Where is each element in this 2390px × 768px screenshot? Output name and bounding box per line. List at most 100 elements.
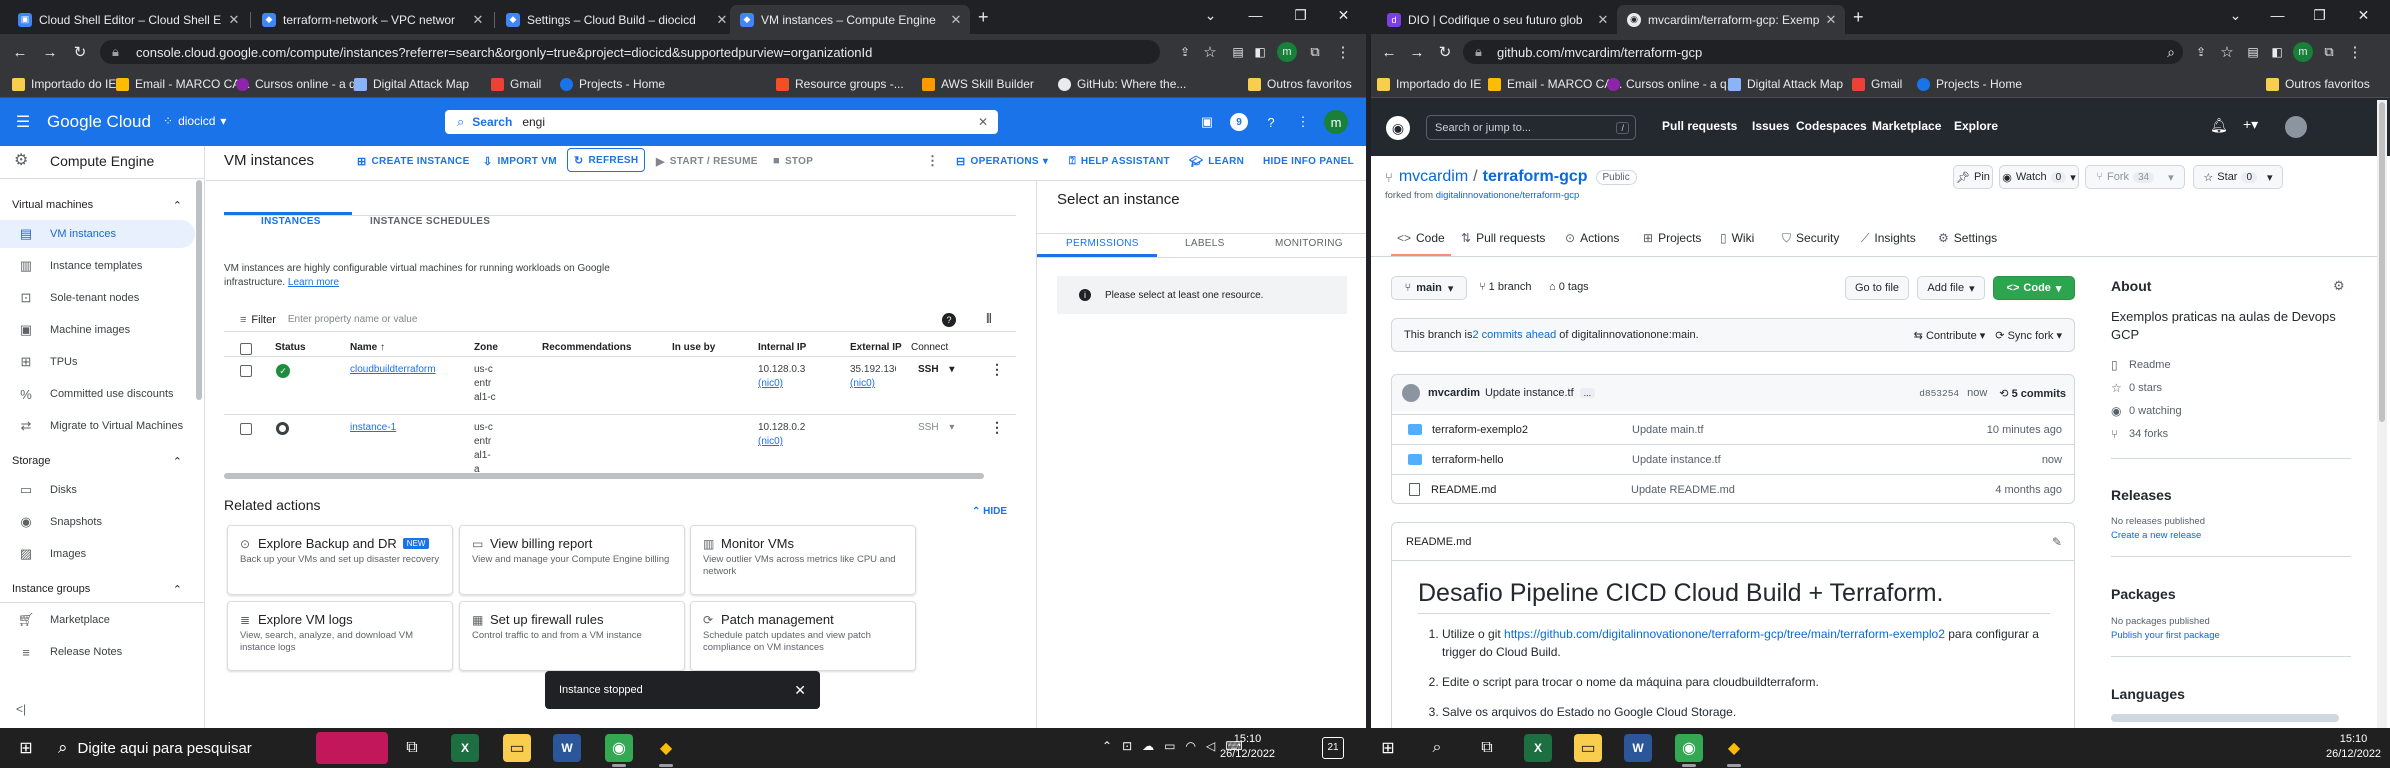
close-tab-icon[interactable]: ✕ [226,12,242,28]
browser-tab-cloud-build[interactable]: ◆ Settings – Cloud Build – diocicd ✕ [496,5,736,34]
repo-tab-pull-requests[interactable]: ⇅ Pull requests [1461,229,1545,247]
file-commit-message[interactable]: Update instance.tf [1632,454,1932,466]
bookmark-item[interactable]: Digital Attack Map [354,74,469,94]
nav-codespaces[interactable]: Codespaces [1796,119,1867,133]
publish-package-link[interactable]: Publish your first package [2111,630,2220,641]
excel-icon[interactable]: X [1524,734,1552,762]
operations-button[interactable]: ⊟ OPERATIONS ▾ [956,150,1048,172]
start-resume-button[interactable]: ▶ START / RESUME [656,150,758,172]
commit-message[interactable]: Update instance.tf [1485,387,1574,399]
expand-commit-button[interactable]: ... [1579,388,1596,398]
google-cloud-logo[interactable]: Google Cloud [47,112,151,132]
taskbar-clock[interactable]: 15:10 26/12/2022 [2326,732,2381,762]
stop-button[interactable]: ■ STOP [773,150,813,172]
bookmark-item[interactable]: GitHub: Where the... [1058,74,1186,94]
sidebar-item-marketplace[interactable]: 🛒︎ Marketplace [0,606,195,634]
nav-explore[interactable]: Explore [1954,119,1998,133]
commit-hash[interactable]: d853254 [1919,388,1959,399]
bookmark-item[interactable]: Email - MARCO CA... [1488,74,1622,94]
internal-nic-link[interactable]: (nic0) [758,435,783,449]
star-button[interactable]: ☆ Star 0 ▾ [2193,165,2283,189]
bookmark-item[interactable]: Outros favoritos [1248,74,1352,94]
browser-tab-github[interactable]: ◉ mvcardim/terraform-gcp: Exemp ✕ [1617,5,1845,34]
tab-permissions[interactable]: PERMISSIONS [1066,237,1139,251]
hide-related-button[interactable]: ⌃ HIDE [972,506,1007,517]
account-avatar[interactable]: m [1324,110,1348,134]
browser-tab-cloud-shell[interactable]: ▣ Cloud Shell Editor – Cloud Shell E ✕ [8,5,248,34]
file-explorer-icon[interactable]: ▭ [1574,734,1602,762]
close-tab-icon[interactable]: ✕ [714,12,730,28]
tab-instances[interactable]: INSTANCES [261,216,321,227]
bookmark-item[interactable]: Gmail [1852,74,1902,94]
tab-search-icon[interactable]: ⌄ [2213,0,2258,30]
bookmark-item[interactable]: Email - MARCO CA... [116,74,250,94]
chrome-profile-icon[interactable]: ◉ [605,734,633,762]
chrome-profile-icon[interactable]: ◉ [1675,734,1703,762]
back-icon[interactable]: ← [1379,42,1399,62]
scrollbar-thumb[interactable] [2379,102,2385,422]
bookmark-item[interactable]: Projects - Home [560,74,665,94]
external-nic-link[interactable]: (nic0) [850,377,875,391]
share-icon[interactable]: ⇪ [1175,42,1195,62]
learn-more-link[interactable]: Learn more [288,277,339,288]
owner-link[interactable]: mvcardim [1399,168,1468,186]
repo-link[interactable]: terraform-gcp [1483,168,1588,186]
bookmark-item[interactable]: Importado do IE [1377,74,1481,94]
code-button[interactable]: <> Code ▾ [1993,276,2075,300]
card-monitor-vms[interactable]: ▥ Monitor VMs View outlier VMs across met… [690,525,916,595]
forward-icon[interactable]: → [1407,42,1427,62]
windows-start-icon[interactable]: ⊞ [12,734,40,762]
collapse-sidebar-icon[interactable]: <| [16,702,26,716]
commits-link[interactable]: ⟲ 5 commits [1999,387,2066,400]
reading-list-icon[interactable]: ▤ [1228,42,1248,62]
repo-tab-security[interactable]: ⛉ Security [1782,229,1839,247]
app-diamond-icon[interactable]: ◆ [1720,734,1748,762]
upstream-link[interactable]: digitalinnovationone/terraform-gcp [1436,190,1580,201]
file-name-link[interactable]: terraform-exemplo2 [1432,424,1632,436]
file-row[interactable]: README.md Update README.md 4 months ago [1392,474,2074,504]
contribute-button[interactable]: ⇆ Contribute ▾ [1914,329,1986,342]
share-icon[interactable]: ⇪ [2191,42,2211,62]
bookmark-item[interactable]: Outros favoritos [2266,74,2370,94]
side-panel-icon[interactable]: ◧ [2267,42,2287,62]
sync-fork-button[interactable]: ⟳ Sync fork ▾ [1995,329,2062,342]
sidebar-item-machine-images[interactable]: ▣ Machine images [0,316,195,344]
hide-info-panel-button[interactable]: HIDE INFO PANEL [1263,150,1354,172]
forward-icon[interactable]: → [40,42,60,62]
search-highlight-image[interactable] [316,732,388,764]
url-bar[interactable]: 🔒︎ console.cloud.google.com/compute/inst… [100,40,1160,64]
column-display-icon[interactable]: ⦀ [986,311,992,327]
bookmark-item[interactable]: Gmail [491,74,541,94]
taskbar-clock[interactable]: 15:10 26/12/2022 [1220,732,1275,762]
restore-icon[interactable]: ❐ [1278,0,1323,30]
card-backup-dr[interactable]: ⊙ Explore Backup and DR NEW Back up your V… [227,525,453,595]
close-tab-icon[interactable]: ✕ [1823,12,1839,28]
nav-marketplace[interactable]: Marketplace [1872,119,1941,133]
repo-url-link[interactable]: https://github.com/digitalinnovationone/… [1504,627,1945,641]
create-new-icon[interactable]: +▾ [2243,116,2258,133]
window-close-icon[interactable]: ✕ [1321,0,1366,30]
dismiss-toast-icon[interactable]: ✕ [794,682,806,699]
reload-icon[interactable]: ↻ [70,42,90,62]
task-view-icon[interactable]: ⧉ [1473,734,1501,762]
sidebar-scrollbar[interactable] [196,180,202,400]
ssh-button[interactable]: SSH ▾ [918,421,954,435]
sidebar-item-images[interactable]: ▨ Images [0,540,195,568]
project-picker[interactable]: ⁘ diocicd ▾ [163,114,226,128]
app-diamond-icon[interactable]: ◆ [652,734,680,762]
import-vm-button[interactable]: ⇩ IMPORT VM [483,150,557,172]
cloud-shell-terminal-icon[interactable]: ▣ [1198,113,1216,131]
repo-tab-wiki[interactable]: ▯ Wiki [1720,229,1754,247]
sidebar-item-vm-instances[interactable]: ▤ VM instances [0,220,195,248]
reload-icon[interactable]: ↻ [1435,42,1455,62]
sidebar-item-disks[interactable]: ▭ Disks [0,476,195,504]
user-avatar[interactable] [2285,116,2307,138]
tags-link[interactable]: ⌂ 0 tags [1549,281,1589,293]
sidebar-item-instance-templates[interactable]: ▥ Instance templates [0,252,195,280]
browser-tab-vpc[interactable]: ◆ terraform-network – VPC networ ✕ [252,5,492,34]
bookmark-item[interactable]: Cursos online - a q... [236,74,366,94]
row-checkbox[interactable] [240,423,252,435]
file-name-link[interactable]: README.md [1431,484,1631,496]
close-tab-icon[interactable]: ✕ [470,12,486,28]
notification-center-icon[interactable]: 21 [1322,737,1344,759]
